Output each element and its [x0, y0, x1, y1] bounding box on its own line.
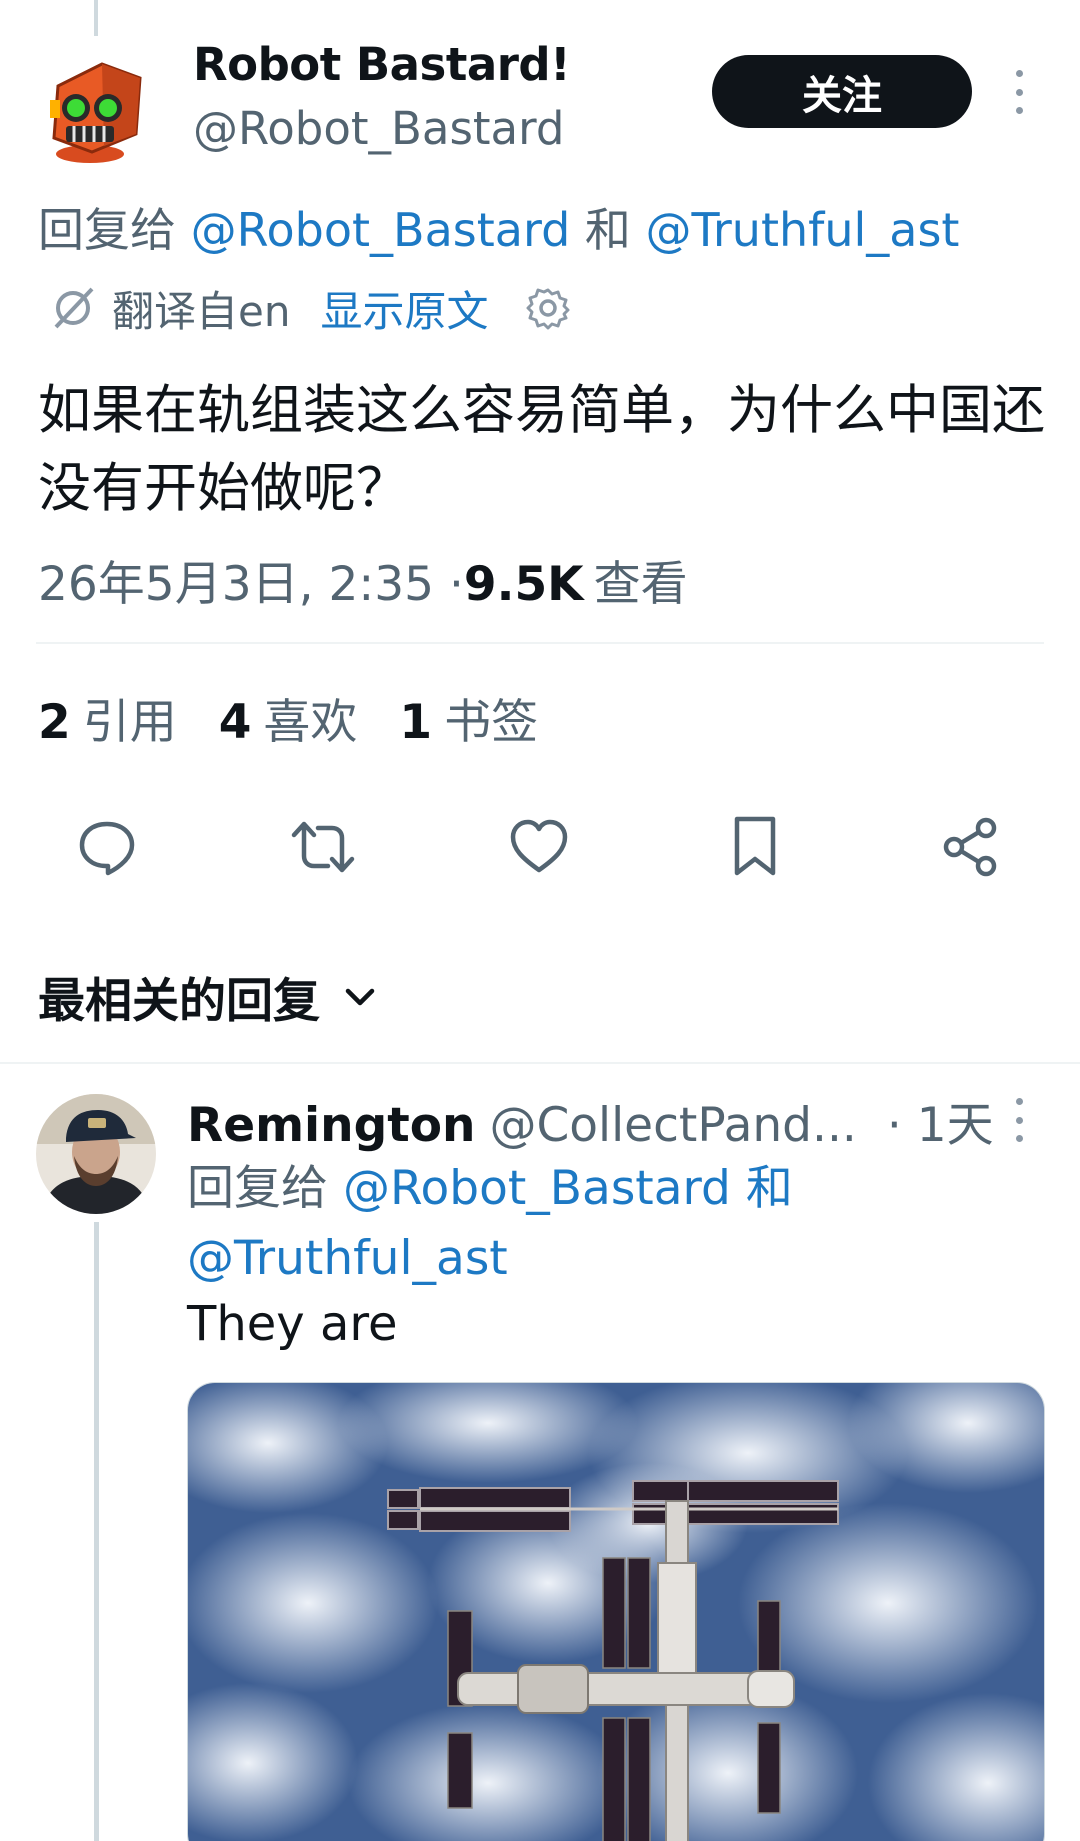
like-icon — [510, 819, 568, 873]
robot-avatar[interactable] — [44, 56, 148, 166]
like-button[interactable] — [504, 812, 574, 882]
show-original-link[interactable]: 显示原文 — [320, 278, 488, 339]
bookmark-button[interactable] — [720, 812, 790, 882]
follow-button[interactable]: 关注 — [712, 55, 972, 128]
mention-robot-bastard[interactable]: @Robot_Bastard — [191, 203, 571, 257]
reply-joiner: 和 — [730, 1161, 793, 1216]
action-bar — [0, 812, 1080, 882]
reply-author-name[interactable]: Remington — [187, 1098, 475, 1153]
reply-header: Remington @CollectPand... · 1天 — [187, 1086, 994, 1155]
mention-truthful-ast[interactable]: @Truthful_ast — [187, 1231, 508, 1286]
reply-to-line: 回复给 @Robot_Bastard 和 @Truthful_ast — [38, 194, 959, 260]
remington-avatar[interactable] — [36, 1094, 156, 1214]
reply-more-options-icon[interactable] — [1004, 1098, 1034, 1142]
reply-joiner: 和 — [570, 203, 646, 257]
likes-label: 喜欢 — [263, 695, 358, 750]
share-button[interactable] — [936, 812, 1006, 882]
translate-icon — [54, 287, 94, 329]
reply-text: They are — [187, 1296, 398, 1352]
thread-connector-line — [94, 1222, 99, 1841]
bookmarks-count: 1 — [399, 695, 433, 750]
thread-connector-line — [94, 0, 98, 36]
author-handle[interactable]: @Robot_Bastard — [193, 102, 564, 155]
divider — [0, 1062, 1080, 1064]
share-icon — [943, 817, 997, 877]
retweet-button[interactable] — [288, 812, 358, 882]
reply-timestamp[interactable]: · 1天 — [887, 1086, 994, 1155]
retweet-icon — [291, 821, 355, 873]
chevron-down-icon — [345, 988, 375, 1005]
gear-icon[interactable] — [524, 284, 572, 332]
quotes-count: 2 — [38, 695, 71, 750]
reply-prefix: 回复给 — [38, 203, 191, 257]
replies-sort-label: 最相关的回复 — [38, 974, 320, 1029]
more-options-icon[interactable] — [1004, 70, 1034, 114]
quotes-label: 引用 — [82, 695, 177, 750]
translation-bar: 翻译自en 显示原文 — [48, 283, 572, 336]
author-name[interactable]: Robot Bastard! — [193, 38, 571, 91]
translated-from-label: 翻译自en — [112, 286, 291, 336]
space-station-photo[interactable] — [187, 1382, 1045, 1841]
views-label: 查看 — [593, 557, 688, 612]
mention-robot-bastard[interactable]: @Robot_Bastard — [343, 1161, 731, 1216]
bookmark-icon — [734, 816, 776, 876]
tweet-meta: 26年5月3日, 2:35 · 9.5K 查看 — [38, 545, 688, 614]
tweet-text: 如果在轨组装这么容易简单，为什么中国还没有开始做呢？ — [38, 380, 1045, 519]
mention-truthful-ast[interactable]: @Truthful_ast — [646, 203, 960, 257]
quotes-stat[interactable]: 2 引用 — [38, 683, 177, 752]
divider — [36, 642, 1044, 644]
engagement-stats: 2 引用 4 喜欢 1 书签 — [38, 683, 580, 752]
bookmarks-label: 书签 — [444, 695, 539, 750]
reply-to-line: 回复给 @Robot_Bastard 和 @Truthful_ast — [187, 1154, 907, 1294]
replies-sort-dropdown[interactable]: 最相关的回复 — [38, 962, 380, 1031]
reply-prefix: 回复给 — [187, 1161, 343, 1216]
bookmarks-stat[interactable]: 1 书签 — [399, 683, 538, 752]
reply-icon — [79, 821, 135, 876]
reply-author-handle[interactable]: @CollectPand... — [489, 1098, 856, 1153]
tweet-datetime[interactable]: 26年5月3日, 2:35 · — [38, 545, 464, 614]
likes-stat[interactable]: 4 喜欢 — [219, 683, 358, 752]
likes-count: 4 — [218, 695, 252, 750]
reply-button[interactable] — [72, 812, 142, 882]
views-count: 9.5K — [463, 557, 584, 612]
